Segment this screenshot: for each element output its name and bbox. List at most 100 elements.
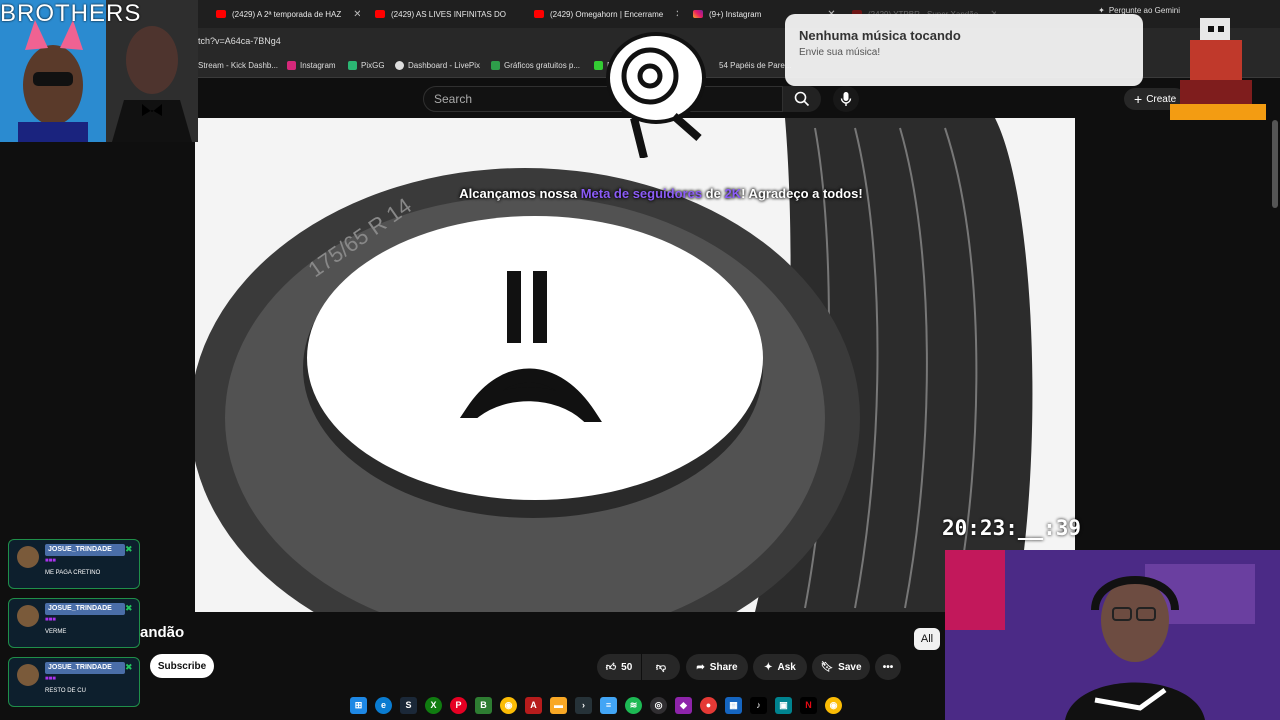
search-icon	[794, 91, 810, 107]
notification-title: Nenhuma música tocando	[799, 28, 961, 43]
more-icon: •••	[882, 661, 894, 673]
avatar	[17, 664, 39, 686]
chat-username: JOSUE_TRINDADE	[45, 603, 125, 615]
goal-count: 2K	[724, 186, 742, 201]
browser-tab[interactable]: (2429) AS LIVES INFINITAS DO ✕	[375, 4, 519, 24]
like-button[interactable]: 👍︎ 50	[597, 654, 641, 680]
music-notification: Nenhuma música tocando Envie sua música!	[785, 14, 1143, 86]
pinterest-icon[interactable]: P	[450, 696, 467, 714]
microphone-icon	[840, 92, 852, 106]
goal-text: ! Agradeço a todos!	[741, 186, 863, 201]
subscribe-button[interactable]: Subscribe	[150, 654, 214, 678]
xbox-icon[interactable]: X	[425, 696, 442, 714]
chat-message: JOSUE_TRINDADE ✖ ■■■ ME PAGA CRETINO	[8, 539, 140, 589]
share-label: Share	[709, 661, 738, 673]
chrome-icon[interactable]: ◉	[825, 696, 842, 714]
goal-highlight: Meta de seguidores	[580, 186, 703, 201]
spotify-icon[interactable]: ≋	[625, 696, 642, 714]
page-scrollbar[interactable]	[1272, 120, 1278, 208]
chat-text: ME PAGA CRETINO	[45, 570, 101, 576]
like-count: 50	[621, 661, 633, 673]
bookmark-item[interactable]: Instagram	[287, 61, 336, 70]
save-label: Save	[838, 661, 862, 673]
graphics-icon	[491, 61, 500, 70]
browser-tab[interactable]: (2429) A 2ª temporada de HAZ ✕	[216, 4, 360, 24]
chat-username: JOSUE_TRINDADE	[45, 544, 125, 556]
streamer-image	[945, 550, 1280, 720]
more-actions-button[interactable]: •••	[875, 654, 901, 680]
bookmark-label: Dashboard - LivePix	[408, 61, 481, 70]
bookmark-label: Gráficos gratuitos p...	[504, 61, 581, 70]
sparkle-icon: ✦	[764, 661, 773, 673]
instagram-favicon-icon	[693, 10, 703, 18]
goal-text: Alcançamos nossa	[459, 186, 581, 201]
thumbs-up-icon: 👍︎	[605, 662, 617, 673]
windows-icon[interactable]: ⊞	[350, 696, 367, 714]
bookmark-icon: 🔖︎	[820, 661, 834, 673]
avatar	[17, 546, 39, 568]
terminal-icon[interactable]: ›	[575, 696, 592, 714]
badges-icon: ■■■	[45, 617, 56, 623]
search-button[interactable]	[783, 86, 821, 112]
tiktok-icon[interactable]: ♪	[750, 696, 767, 714]
windows-taskbar: ⊞ e S X P B ◉ A ▬ › ≡ ≋ ◎ ◆ ● ▦ ♪ ▣ N ◉	[350, 692, 930, 718]
share-button[interactable]: ➦ Share	[686, 654, 748, 680]
adobe-icon[interactable]: A	[525, 696, 542, 714]
stream-clock: 20:23:__:39	[942, 516, 1082, 540]
b-app-icon[interactable]: B	[475, 696, 492, 714]
alert-sticker-icon	[606, 32, 706, 158]
browser-tab[interactable]: (2429) Omegahorn | Encerrame ✕	[534, 4, 678, 24]
chat-text: RESTO DE CU	[45, 688, 86, 694]
netflix-icon[interactable]: N	[800, 696, 817, 714]
verified-icon: ✖	[125, 662, 133, 672]
edge-icon[interactable]: e	[375, 696, 392, 714]
avatar	[17, 605, 39, 627]
stream-banner-text: BROTHERS	[0, 0, 142, 27]
capcut-icon[interactable]: ▣	[775, 696, 792, 714]
obs-icon[interactable]: ◎	[650, 696, 667, 714]
close-tab-icon[interactable]: ✕	[675, 9, 678, 20]
bookmark-item[interactable]: Dashboard - LivePix	[395, 61, 480, 70]
folder-icon[interactable]: ▬	[550, 696, 567, 714]
voice-search-button[interactable]	[833, 86, 859, 112]
tab-label: (9+) Instagram	[709, 9, 762, 19]
notification-subtitle: Envie sua música!	[799, 47, 881, 58]
notes-icon[interactable]: ≡	[600, 696, 617, 714]
chrome-icon[interactable]: ◉	[500, 696, 517, 714]
filter-chip-all[interactable]: All	[914, 628, 940, 650]
share-icon: ➦	[696, 661, 705, 673]
save-button[interactable]: 🔖︎ Save	[812, 654, 870, 680]
instagram-icon	[287, 61, 296, 70]
ask-label: Ask	[777, 661, 796, 673]
youtube-favicon-icon	[216, 10, 226, 18]
tab-label: (2429) AS LIVES INFINITAS DO	[391, 9, 506, 19]
pixgg-icon	[348, 61, 357, 70]
chat-message: JOSUE_TRINDADE ✖ ■■■ VERME	[8, 598, 140, 648]
ask-button[interactable]: ✦ Ask	[753, 654, 807, 680]
bookmark-label: PixGG	[361, 61, 385, 70]
thumbs-down-icon: 👎︎	[655, 662, 667, 673]
chat-username: JOSUE_TRINDADE	[45, 662, 125, 674]
goal-text: de	[702, 186, 725, 201]
bookmark-item[interactable]: Stream - Kick Dashb...	[198, 61, 278, 70]
close-tab-icon[interactable]: ✕	[518, 9, 519, 20]
launcher-icon[interactable]: ●	[700, 696, 717, 714]
plus-icon: +	[1134, 91, 1143, 107]
url-text[interactable]: tch?v=A64ca-7BNg4	[198, 36, 281, 46]
badges-icon: ■■■	[45, 558, 56, 564]
tab-label: (2429) A 2ª temporada de HAZ	[232, 9, 342, 19]
youtube-favicon-icon	[375, 10, 385, 18]
bookmark-item[interactable]: Gráficos gratuitos p...	[491, 61, 580, 70]
streamer-webcam	[945, 550, 1280, 720]
tab-label: (2429) Omegahorn | Encerrame	[550, 9, 664, 19]
badges-icon: ■■■	[45, 676, 56, 682]
dislike-button[interactable]: 👎︎	[642, 654, 680, 680]
close-tab-icon[interactable]: ✕	[353, 9, 360, 20]
bookmark-item[interactable]: PixGG	[348, 61, 385, 70]
verified-icon: ✖	[125, 544, 133, 554]
youtube-favicon-icon	[534, 10, 544, 18]
game-icon[interactable]: ◆	[675, 696, 692, 714]
app-icon[interactable]: ▦	[725, 696, 742, 714]
steam-icon[interactable]: S	[400, 696, 417, 714]
bookmark-label: Instagram	[300, 61, 336, 70]
